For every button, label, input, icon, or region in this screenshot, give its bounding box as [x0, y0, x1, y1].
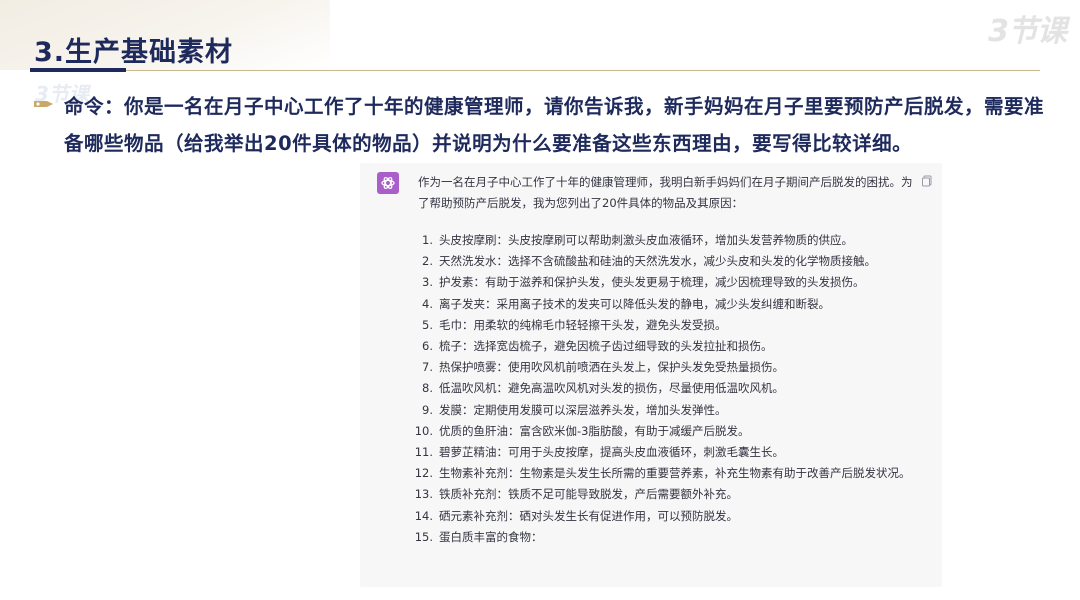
prompt-body: 你是一名在月子中心工作了十年的健康管理师，请你告诉我，新手妈妈在月子里要预防产后…	[64, 95, 1045, 155]
list-item-number: 3.	[422, 275, 433, 290]
chatgpt-logo-icon	[377, 172, 399, 194]
list-item-number: 10.	[414, 423, 433, 438]
list-item-text: 生物素补充剂：生物素是头发生长所需的重要营养素，补充生物素有助于改善产后脱发状况…	[439, 466, 911, 481]
list-item-text: 护发素：有助于滋养和保护头发，使头发更易于梳理，减少因梳理导致的头发损伤。	[439, 275, 865, 290]
list-item: 14. 硒元素补充剂：硒对头发生长有促进作用，可以预防脱发。	[400, 506, 920, 527]
list-item-text: 铁质补充剂：铁质不足可能导致脱发，产后需要额外补充。	[439, 487, 738, 502]
prompt-label: 命令：	[64, 95, 125, 118]
list-item-text: 发膜：定期使用发膜可以深层滋养头发，增加头发弹性。	[439, 402, 727, 417]
list-item: 10. 优质的鱼肝油：富含欧米伽-3脂肪酸，有助于减缓产后脱发。	[400, 421, 920, 442]
list-item-number: 14.	[414, 508, 433, 523]
list-item-number: 15.	[414, 529, 433, 544]
list-item: 2. 天然洗发水：选择不含硫酸盐和硅油的天然洗发水，减少头皮和头发的化学物质接触。	[400, 251, 920, 272]
list-item-number: 4.	[422, 296, 433, 311]
list-item-text: 优质的鱼肝油：富含欧米伽-3脂肪酸，有助于减缓产后脱发。	[439, 423, 750, 438]
brand-logo: 3节课	[988, 14, 1067, 49]
list-item: 9. 发膜：定期使用发膜可以深层滋养头发，增加头发弹性。	[400, 400, 920, 421]
list-item-number: 1.	[422, 233, 433, 247]
list-item-number: 8.	[422, 381, 433, 396]
title-underline	[30, 70, 1040, 71]
response-intro: 作为一名在月子中心工作了十年的健康管理师，我明白新手妈妈们在月子期间产后脱发的困…	[418, 175, 913, 210]
list-item-text: 天然洗发水：选择不含硫酸盐和硅油的天然洗发水，减少头皮和头发的化学物质接触。	[439, 254, 876, 269]
list-item-text: 头皮按摩刷：头皮按摩刷可以帮助刺激头皮血液循环，增加头发营养物质的供应。	[439, 233, 853, 247]
list-item: 7. 热保护喷雾：使用吹风机前喷洒在头发上，保护头发免受热量损伤。	[400, 357, 920, 378]
list-item-number: 13.	[414, 487, 433, 502]
list-item: 13. 铁质补充剂：铁质不足可能导致脱发，产后需要额外补充。	[400, 484, 920, 505]
list-item-number: 7.	[422, 360, 433, 375]
list-item-number: 12.	[414, 466, 433, 481]
list-item-number: 9.	[422, 402, 433, 417]
list-item-text: 梳子：选择宽齿梳子，避免因梳子齿过细导致的头发拉扯和损伤。	[439, 339, 773, 354]
list-item-number: 5.	[422, 317, 433, 332]
list-item: 3. 护发素：有助于滋养和保护头发，使头发更易于梳理，减少因梳理导致的头发损伤。	[400, 272, 920, 293]
list-item: 8. 低温吹风机：避免高温吹风机对头发的损伤，尽量使用低温吹风机。	[400, 378, 920, 399]
list-item: 1. 头皮按摩刷：头皮按摩刷可以帮助刺激头皮血液循环，增加头发营养物质的供应。	[400, 230, 920, 251]
title-accent-bar	[30, 68, 126, 72]
list-item: 15. 蛋白质丰富的食物：	[400, 527, 920, 548]
list-item-text: 蛋白质丰富的食物：	[439, 529, 543, 544]
list-item-number: 6.	[422, 339, 433, 354]
list-item-text: 碧萝芷精油：可用于头皮按摩，提高头皮血液循环，刺激毛囊生长。	[439, 445, 784, 460]
list-item: 4. 离子发夹：采用离子技术的发夹可以降低头发的静电，减少头发纠缠和断裂。	[400, 294, 920, 315]
bullet-tag-icon	[34, 101, 53, 107]
list-item-number: 11.	[414, 445, 433, 460]
prompt-text: 命令：你是一名在月子中心工作了十年的健康管理师，请你告诉我，新手妈妈在月子里要预…	[64, 88, 1054, 162]
list-item: 6. 梳子：选择宽齿梳子，避免因梳子齿过细导致的头发拉扯和损伤。	[400, 336, 920, 357]
list-item: 12. 生物素补充剂：生物素是头发生长所需的重要营养素，补充生物素有助于改善产后脱…	[400, 463, 920, 484]
copy-icon[interactable]	[921, 175, 933, 187]
list-item-text: 低温吹风机：避免高温吹风机对头发的损伤，尽量使用低温吹风机。	[439, 381, 784, 396]
slide-title: 3.生产基础素材	[34, 37, 234, 68]
list-item: 5. 毛巾：用柔软的纯棉毛巾轻轻擦干头发，避免头发受损。	[400, 315, 920, 336]
list-item-text: 热保护喷雾：使用吹风机前喷洒在头发上，保护头发免受热量损伤。	[439, 360, 784, 375]
list-item-text: 离子发夹：采用离子技术的发夹可以降低头发的静电，减少头发纠缠和断裂。	[439, 296, 830, 311]
list-item-text: 毛巾：用柔软的纯棉毛巾轻轻擦干头发，避免头发受损。	[439, 317, 727, 332]
list-item: 11. 碧萝芷精油：可用于头皮按摩，提高头皮血液循环，刺激毛囊生长。	[400, 442, 920, 463]
item-list: 1. 头皮按摩刷：头皮按摩刷可以帮助刺激头皮血液循环，增加头发营养物质的供应。 2.…	[400, 230, 920, 548]
list-item-number: 2.	[422, 254, 433, 269]
list-item-text: 硒元素补充剂：硒对头发生长有促进作用，可以预防脱发。	[439, 508, 738, 523]
